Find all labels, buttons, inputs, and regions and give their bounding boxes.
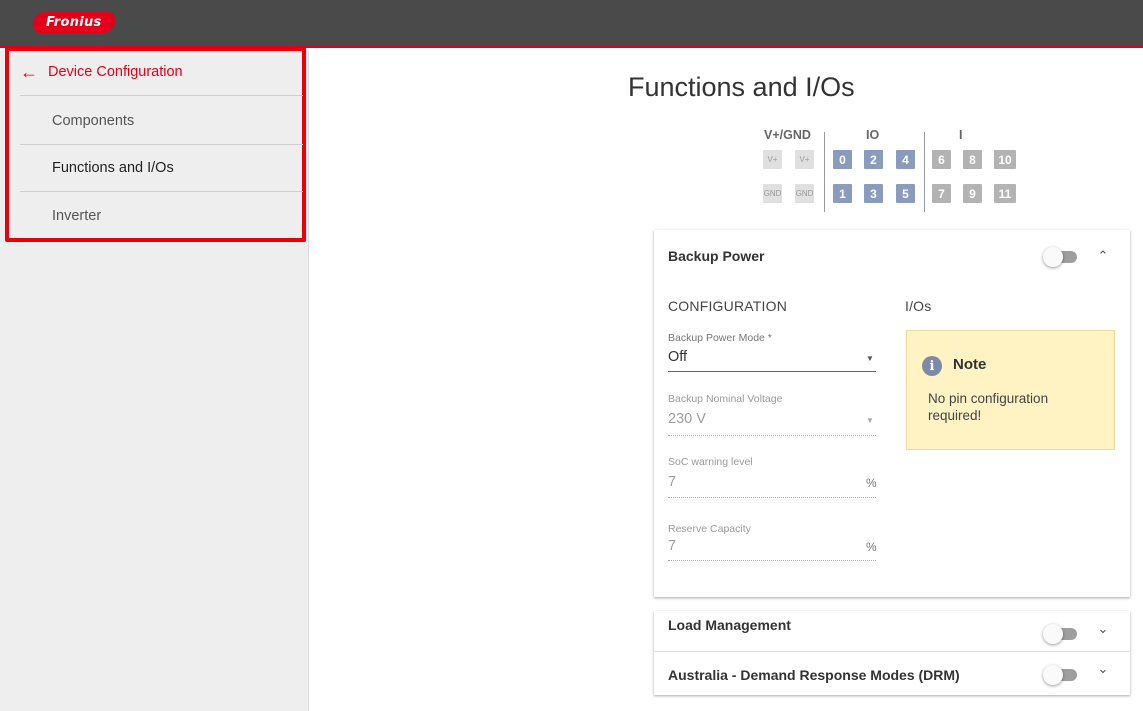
pin-gnd: GND <box>795 184 814 203</box>
sidebar-item-label: Functions and I/Os <box>52 160 174 176</box>
info-icon: i <box>922 356 942 376</box>
caret-down-icon[interactable]: ▼ <box>866 354 874 363</box>
logo-text: Fronius <box>46 15 102 30</box>
pin-i-7: 7 <box>932 184 951 203</box>
pin-i-10: 10 <box>994 150 1016 169</box>
field-underline <box>668 435 876 436</box>
pin-separator <box>824 132 825 212</box>
soc-unit: % <box>866 476 877 490</box>
panel-divider <box>654 651 1130 652</box>
soc-warning-level-input: 7 <box>668 474 677 490</box>
backup-power-mode-label: Backup Power Mode * <box>668 332 772 344</box>
chevron-down-icon[interactable]: ⌄ <box>1095 661 1111 677</box>
field-underline <box>668 497 876 498</box>
top-bar: Fronius <box>0 0 1143 48</box>
backup-power-panel: Backup Power ⌃ CONFIGURATION I/Os Backup… <box>654 230 1130 597</box>
pin-gnd: GND <box>763 184 782 203</box>
drm-toggle[interactable] <box>1043 665 1077 685</box>
note-text: No pin configuration required! <box>928 391 1049 423</box>
soc-warning-level-label: SoC warning level <box>668 456 753 468</box>
pin-io-1: 1 <box>833 184 852 203</box>
reserve-unit: % <box>866 540 877 554</box>
pin-group-io-label: IO <box>866 128 880 142</box>
pin-group-vgnd-label: V+/GND <box>764 128 811 142</box>
sidebar-item-functions-and-ios[interactable]: Functions and I/Os <box>20 145 303 192</box>
pin-io-5: 5 <box>896 184 915 203</box>
drm-title[interactable]: Australia - Demand Response Modes (DRM) <box>668 667 960 683</box>
backup-power-title[interactable]: Backup Power <box>668 248 764 264</box>
caret-down-icon: ▼ <box>866 416 874 425</box>
back-label: Device Configuration <box>48 64 183 80</box>
pin-io-3: 3 <box>864 184 883 203</box>
pin-separator <box>924 132 925 212</box>
pin-io-0: 0 <box>833 150 852 169</box>
pin-vplus: V+ <box>763 150 782 169</box>
backup-nominal-voltage-label: Backup Nominal Voltage <box>668 393 783 405</box>
back-to-device-configuration[interactable]: ← Device Configuration <box>20 49 303 96</box>
pin-diagram: V+/GND IO I V+ V+ GND GND 0 2 4 1 3 5 6 … <box>758 128 1028 216</box>
page-title: Functions and I/Os <box>628 72 855 102</box>
arrow-left-icon: ← <box>20 62 38 82</box>
pin-io-2: 2 <box>864 150 883 169</box>
load-management-toggle[interactable] <box>1043 624 1077 644</box>
ios-heading: I/Os <box>905 298 932 314</box>
sidebar-item-label: Inverter <box>52 207 102 224</box>
collapsed-panels: Load Management ⌄ Australia - Demand Res… <box>654 611 1130 695</box>
field-underline <box>668 560 876 561</box>
chevron-up-icon[interactable]: ⌃ <box>1095 248 1111 264</box>
pin-i-11: 11 <box>994 184 1016 203</box>
pin-i-8: 8 <box>963 150 982 169</box>
sidebar-item-inverter[interactable]: Inverter <box>20 192 303 239</box>
field-underline <box>668 371 876 372</box>
note-title: Note <box>953 356 987 373</box>
backup-power-toggle[interactable] <box>1043 247 1077 267</box>
pin-io-4: 4 <box>896 150 915 169</box>
sidebar-item-label: Components <box>52 113 135 129</box>
chevron-down-icon[interactable]: ⌄ <box>1095 621 1111 637</box>
reserve-capacity-label: Reserve Capacity <box>668 523 751 535</box>
pin-group-i-label: I <box>959 128 963 142</box>
backup-nominal-voltage-select: 230 V <box>668 411 706 427</box>
pin-i-6: 6 <box>932 150 951 169</box>
sidebar-item-components[interactable]: Components <box>20 98 303 145</box>
reserve-capacity-input: 7 <box>668 538 677 554</box>
load-management-title[interactable]: Load Management <box>668 617 791 647</box>
fronius-logo[interactable]: Fronius <box>30 12 118 33</box>
backup-power-mode-select[interactable]: Off <box>668 349 687 365</box>
pin-vplus: V+ <box>795 150 814 169</box>
note-box: i Note No pin configuration required! <box>906 330 1115 450</box>
configuration-heading: CONFIGURATION <box>668 298 788 314</box>
pin-i-9: 9 <box>963 184 982 203</box>
